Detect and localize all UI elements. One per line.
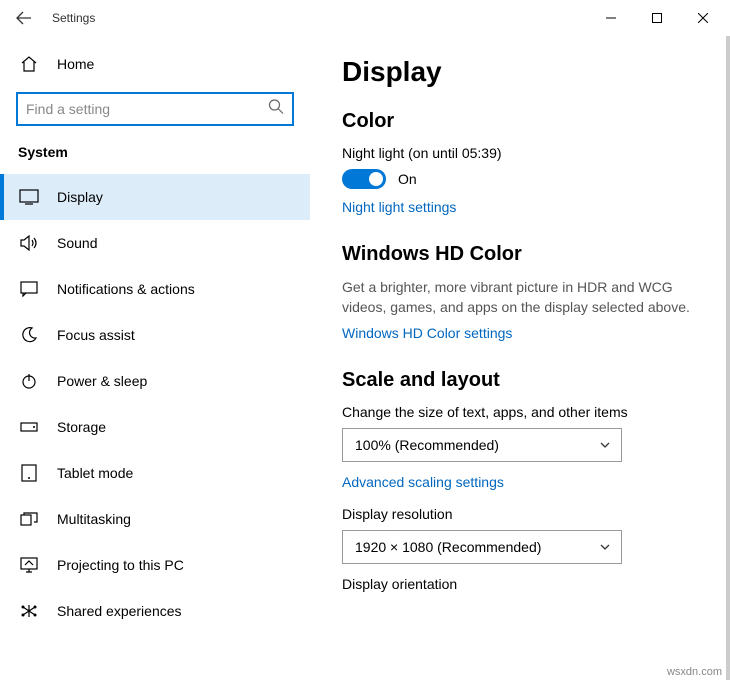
multitasking-icon (19, 512, 39, 526)
night-light-status: Night light (on until 05:39) (342, 145, 706, 161)
window-title: Settings (52, 11, 95, 25)
minimize-icon (606, 13, 616, 23)
sound-icon (19, 235, 39, 251)
hd-description: Get a brighter, more vibrant picture in … (342, 278, 706, 317)
sidebar-item-label: Display (57, 189, 103, 205)
resolution-select[interactable]: 1920 × 1080 (Recommended) (342, 530, 622, 564)
chevron-down-icon (599, 541, 611, 553)
scrollbar[interactable] (726, 36, 730, 680)
sidebar-item-tablet[interactable]: Tablet mode (0, 450, 310, 496)
sidebar-item-focus-assist[interactable]: Focus assist (0, 312, 310, 358)
scale-size-label: Change the size of text, apps, and other… (342, 404, 706, 420)
search-input[interactable] (16, 92, 294, 126)
sidebar-item-shared[interactable]: Shared experiences (0, 588, 310, 634)
display-icon (19, 189, 39, 205)
close-icon (698, 13, 708, 23)
tablet-icon (19, 464, 39, 482)
sidebar-item-multitasking[interactable]: Multitasking (0, 496, 310, 542)
watermark: wsxdn.com (667, 666, 722, 678)
sidebar-item-label: Projecting to this PC (57, 557, 184, 573)
scale-size-value: 100% (Recommended) (355, 437, 499, 453)
advanced-scaling-link[interactable]: Advanced scaling settings (342, 474, 504, 490)
sidebar-item-projecting[interactable]: Projecting to this PC (0, 542, 310, 588)
sidebar: Home System Display Sound Notifications … (0, 36, 310, 680)
sidebar-item-power[interactable]: Power & sleep (0, 358, 310, 404)
sidebar-item-sound[interactable]: Sound (0, 220, 310, 266)
sidebar-item-label: Tablet mode (57, 465, 133, 481)
section-hd-heading: Windows HD Color (342, 243, 706, 266)
home-label: Home (57, 56, 94, 72)
maximize-button[interactable] (634, 0, 680, 36)
sidebar-item-label: Storage (57, 419, 106, 435)
toggle-state-label: On (398, 171, 417, 187)
storage-icon (19, 422, 39, 432)
sidebar-item-label: Shared experiences (57, 603, 182, 619)
sidebar-item-label: Power & sleep (57, 373, 147, 389)
scale-size-select[interactable]: 100% (Recommended) (342, 428, 622, 462)
resolution-label: Display resolution (342, 506, 706, 522)
sidebar-item-storage[interactable]: Storage (0, 404, 310, 450)
sidebar-item-label: Notifications & actions (57, 281, 195, 297)
search-icon (268, 99, 284, 120)
shared-icon (19, 604, 39, 618)
sidebar-item-label: Sound (57, 235, 97, 251)
arrow-left-icon (16, 10, 32, 26)
sidebar-item-display[interactable]: Display (0, 174, 310, 220)
section-color-heading: Color (342, 110, 706, 133)
orientation-label: Display orientation (342, 576, 706, 592)
sidebar-item-label: Multitasking (57, 511, 131, 527)
home-icon (19, 55, 39, 73)
page-title: Display (342, 56, 706, 88)
minimize-button[interactable] (588, 0, 634, 36)
content-area: Display Color Night light (on until 05:3… (310, 36, 730, 680)
back-button[interactable] (4, 0, 44, 36)
section-scale-heading: Scale and layout (342, 369, 706, 392)
night-light-settings-link[interactable]: Night light settings (342, 199, 456, 215)
projecting-icon (19, 557, 39, 573)
chevron-down-icon (599, 439, 611, 451)
maximize-icon (652, 13, 662, 23)
sidebar-item-label: Focus assist (57, 327, 135, 343)
resolution-value: 1920 × 1080 (Recommended) (355, 539, 541, 555)
category-label: System (0, 144, 310, 174)
home-button[interactable]: Home (0, 44, 310, 84)
night-light-toggle[interactable] (342, 169, 386, 189)
power-icon (19, 373, 39, 389)
close-button[interactable] (680, 0, 726, 36)
sidebar-item-notifications[interactable]: Notifications & actions (0, 266, 310, 312)
hd-color-settings-link[interactable]: Windows HD Color settings (342, 325, 512, 341)
moon-icon (19, 327, 39, 343)
notifications-icon (19, 281, 39, 297)
